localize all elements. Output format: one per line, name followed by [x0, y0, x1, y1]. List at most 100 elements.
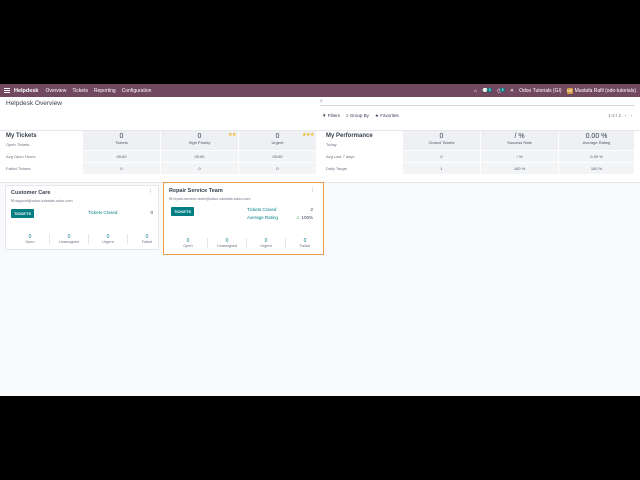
envelope-icon: ✉: [169, 197, 173, 201]
urgent-failed-cell[interactable]: 0: [239, 163, 316, 174]
average-rating-label: Average Rating: [582, 140, 611, 145]
success-rate-value: / %: [514, 133, 525, 140]
filters-button[interactable]: ▼ Filters: [322, 113, 340, 119]
stat-unassigned[interactable]: 0 Unassigned: [49, 234, 88, 244]
menu-configuration[interactable]: Configuration: [122, 88, 152, 94]
stat-failed-label: Failed: [141, 240, 153, 244]
tickets-button[interactable]: TICKETS: [171, 207, 194, 216]
smiley-icon: ☺: [295, 215, 301, 220]
average-rating-avg-cell[interactable]: 0.00 %: [559, 151, 634, 162]
tickets-closed-link[interactable]: Tickets Closed: [88, 210, 117, 215]
search-input[interactable]: ⌕: [320, 98, 634, 106]
high-priority-avg-cell[interactable]: 00:00: [161, 151, 238, 162]
team-email: ✉ support@odoo-tutorials.odoo.com: [11, 198, 73, 203]
kebab-menu-icon[interactable]: ⋮: [310, 187, 315, 193]
success-rate-avg-cell[interactable]: / %: [481, 151, 558, 162]
priority-stars-icon: ★★: [228, 132, 236, 138]
row-label-open-tickets: Open Tickets: [6, 142, 30, 147]
pager: 1-2 / 2 ‹ ›: [608, 113, 632, 118]
chat-icon[interactable]: 💬5: [482, 87, 492, 94]
home-icon[interactable]: ⌂: [474, 88, 477, 94]
activity-badge: 8: [500, 87, 505, 92]
tickets-failed-cell[interactable]: 0: [83, 163, 160, 174]
stat-unassigned[interactable]: 0 Unassigned: [207, 238, 246, 248]
average-rating-link[interactable]: Average Rating: [247, 215, 278, 220]
chevron-right-icon[interactable]: ›: [631, 113, 633, 118]
navbar-systray: ⌂ 💬5 ◷8 ✕ Odoo Tutorials (GI) MR Mustafa…: [474, 87, 640, 94]
tickets-closed-value: 0: [150, 210, 153, 215]
tickets-avg-cell[interactable]: 00:00: [83, 151, 160, 162]
stat-failed-label: Failed: [299, 244, 311, 248]
user-menu[interactable]: MR Mustafa Rafil (odo-tutorials): [566, 87, 636, 94]
my-tickets-title: My Tickets: [6, 133, 37, 139]
high-priority-label: High Priority: [188, 140, 211, 145]
menu-tickets[interactable]: Tickets: [72, 88, 88, 94]
closed-tickets-value: 0: [439, 133, 444, 140]
closed-tickets-label: Closed Tickets: [428, 140, 455, 145]
stat-urgent[interactable]: 0 Urgent: [88, 234, 127, 244]
team-card-customer-care: Customer Care ⋮ ✉ support@odoo-tutorials…: [5, 185, 159, 250]
stat-urgent-label: Urgent: [102, 240, 114, 244]
stat-open-label: Open: [25, 240, 35, 244]
success-rate-label: Success Rate: [507, 140, 532, 145]
success-rate-target-cell[interactable]: 100 %: [481, 163, 558, 174]
tickets-closed-link[interactable]: Tickets Closed: [247, 207, 276, 212]
group-by-button[interactable]: ≡ Group By: [346, 113, 369, 119]
kebab-menu-icon[interactable]: ⋮: [148, 189, 153, 195]
stat-open-label: Open: [183, 244, 193, 248]
stat-failed[interactable]: 0 Failed: [127, 234, 166, 244]
group-by-label: Group By: [349, 113, 369, 118]
menu-reporting[interactable]: Reporting: [94, 88, 116, 94]
team-name[interactable]: Customer Care: [11, 190, 50, 196]
debug-tools-icon[interactable]: ✕: [510, 88, 514, 94]
closed-tickets-cell[interactable]: 0 Closed Tickets: [403, 131, 480, 150]
high-priority-value: 0: [197, 133, 202, 140]
activity-clock-icon[interactable]: ◷8: [497, 87, 505, 94]
tickets-label: Tickets: [115, 140, 128, 145]
app-brand[interactable]: Helpdesk: [14, 88, 38, 94]
team-stats: 0 Open 0 Unassigned 0 Urgent 0 Failed: [11, 234, 166, 244]
tickets-cell[interactable]: 0 Tickets: [83, 131, 160, 150]
top-navbar: Helpdesk Overview Tickets Reporting Conf…: [0, 84, 640, 97]
row-label-daily-target: Daily Target: [326, 166, 348, 171]
team-name[interactable]: Repair Service Team: [169, 188, 223, 194]
stat-open[interactable]: 0 Open: [169, 238, 207, 248]
favorites-button[interactable]: ★ Favorites: [375, 113, 399, 119]
tickets-button[interactable]: TICKETS: [11, 209, 34, 218]
user-name: Mustafa Rafil (odo-tutorials): [574, 87, 636, 94]
high-priority-failed-cell[interactable]: 0: [161, 163, 238, 174]
average-rating-target-cell[interactable]: 100 %: [559, 163, 634, 174]
menu-overview[interactable]: Overview: [45, 88, 66, 94]
favorites-label: Favorites: [380, 113, 399, 118]
my-performance-title: My Performance: [326, 133, 373, 139]
high-priority-cell[interactable]: 0 High Priority: [161, 131, 238, 150]
row-label-today: Today: [326, 142, 337, 147]
average-rating-cell[interactable]: 0.00 % Average Rating: [559, 131, 634, 150]
success-rate-cell[interactable]: / % Success Rate: [481, 131, 558, 150]
star-icon: ★: [374, 113, 379, 118]
stat-urgent[interactable]: 0 Urgent: [246, 238, 285, 248]
control-panel: Helpdesk Overview ⌕ ▼ Filters ≡ Group By…: [0, 97, 640, 131]
team-email-text: support@odoo-tutorials.odoo.com: [15, 199, 73, 203]
urgent-avg-cell[interactable]: 00:00: [239, 151, 316, 162]
filters-label: Filters: [327, 113, 340, 118]
pager-value[interactable]: 1-2 / 2: [608, 113, 621, 118]
closed-tickets-target-cell[interactable]: 1: [403, 163, 480, 174]
stat-unassigned-label: Unassigned: [58, 240, 80, 244]
team-card-repair-service-team: Repair Service Team ⋮ ✉ repair-service-t…: [163, 182, 324, 255]
company-switcher[interactable]: Odoo Tutorials (GI): [519, 88, 562, 94]
stat-urgent-label: Urgent: [260, 244, 272, 248]
stat-unassigned-label: Unassigned: [216, 244, 238, 248]
avatar: MR: [566, 87, 573, 94]
stat-failed[interactable]: 0 Failed: [285, 238, 324, 248]
search-icon: ⌕: [320, 98, 323, 104]
rating-percent: 100%: [301, 215, 313, 220]
tickets-value: 0: [119, 133, 124, 140]
stat-open[interactable]: 0 Open: [11, 234, 49, 244]
closed-tickets-avg-cell[interactable]: 0: [403, 151, 480, 162]
app-menu-grid-icon[interactable]: [4, 87, 10, 94]
chevron-left-icon[interactable]: ‹: [625, 113, 627, 118]
layers-icon: ≡: [345, 113, 349, 118]
chat-badge: 5: [487, 87, 492, 92]
envelope-icon: ✉: [11, 199, 15, 203]
